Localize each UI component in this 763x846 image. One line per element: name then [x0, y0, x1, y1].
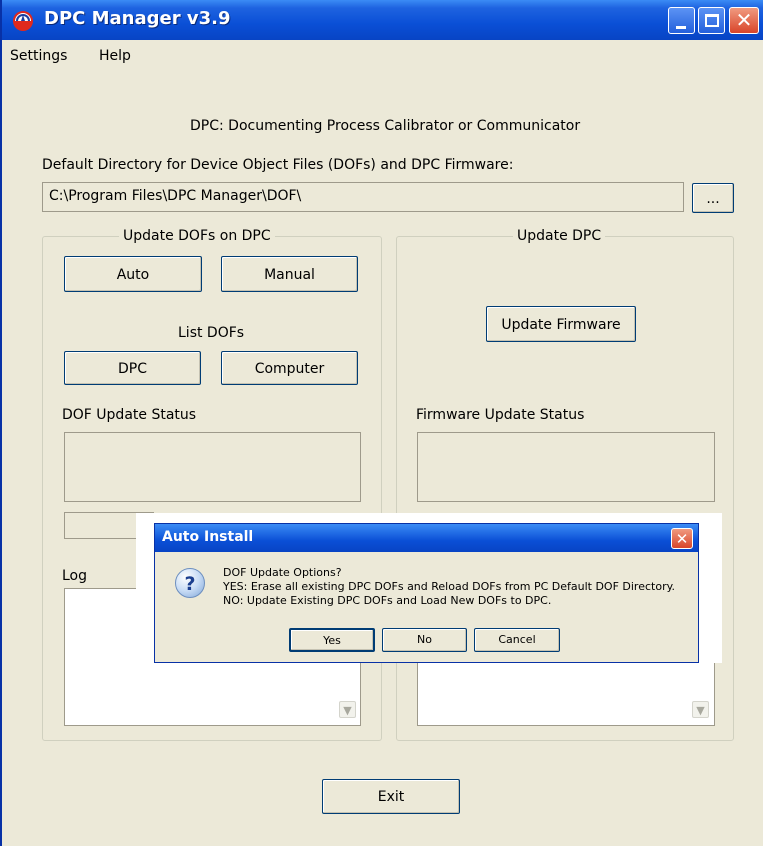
question-icon: ? — [175, 568, 205, 598]
dpc-manager-window: DPC Manager v3.9 ✕ Settings Help DPC: Do… — [0, 0, 763, 846]
firmware-update-status-box — [417, 432, 715, 502]
menu-help[interactable]: Help — [99, 48, 131, 64]
close-icon: ✕ — [735, 8, 753, 32]
list-dofs-label: List DOFs — [178, 325, 245, 341]
dialog-title: Auto Install — [162, 529, 254, 545]
log-label: Log — [62, 568, 88, 584]
minimize-icon — [676, 26, 686, 29]
dpc-app-icon — [13, 11, 33, 31]
close-button[interactable]: ✕ — [729, 7, 759, 34]
dialog-no-description: NO: Update Existing DPC DOFs and Load Ne… — [223, 594, 552, 607]
exit-button[interactable]: Exit — [322, 779, 460, 814]
dialog-title-bar[interactable]: Auto Install ✕ — [155, 524, 698, 552]
auto-button[interactable]: Auto — [64, 256, 202, 292]
browse-button[interactable]: ... — [692, 183, 734, 213]
update-firmware-button[interactable]: Update Firmware — [486, 306, 636, 342]
minimize-button[interactable] — [668, 7, 695, 34]
list-computer-button[interactable]: Computer — [221, 351, 358, 385]
firmware-update-status-label: Firmware Update Status — [416, 407, 585, 423]
update-dpc-title: Update DPC — [513, 228, 606, 244]
dialog-question: DOF Update Options? — [223, 566, 342, 579]
directory-field[interactable]: C:\Program Files\DPC Manager\DOF\ — [42, 182, 684, 212]
log-scroll-down-icon[interactable]: ▼ — [339, 701, 356, 718]
menu-bar: Settings Help — [0, 40, 763, 73]
dof-update-status-label: DOF Update Status — [62, 407, 197, 423]
dialog-yes-description: YES: Erase all existing DPC DOFs and Rel… — [223, 580, 676, 593]
dof-update-status-box — [64, 432, 361, 502]
window-title: DPC Manager v3.9 — [44, 8, 231, 29]
directory-label: Default Directory for Device Object File… — [42, 157, 514, 173]
title-bar[interactable]: DPC Manager v3.9 ✕ — [0, 0, 763, 40]
update-dofs-title: Update DOFs on DPC — [119, 228, 275, 244]
list-dpc-button[interactable]: DPC — [64, 351, 201, 385]
firmware-log-scroll-down-icon[interactable]: ▼ — [692, 701, 709, 718]
cancel-button[interactable]: Cancel — [474, 628, 560, 652]
no-button[interactable]: No — [382, 628, 467, 652]
maximize-icon — [705, 14, 719, 27]
maximize-button[interactable] — [698, 7, 725, 34]
yes-button[interactable]: Yes — [289, 628, 375, 652]
menu-settings[interactable]: Settings — [10, 48, 67, 64]
dialog-close-icon[interactable]: ✕ — [671, 528, 693, 549]
header-description: DPC: Documenting Process Calibrator or C… — [190, 118, 581, 134]
auto-install-dialog: Auto Install ✕ ? DOF Update Options? YES… — [154, 523, 699, 663]
manual-button[interactable]: Manual — [221, 256, 358, 292]
